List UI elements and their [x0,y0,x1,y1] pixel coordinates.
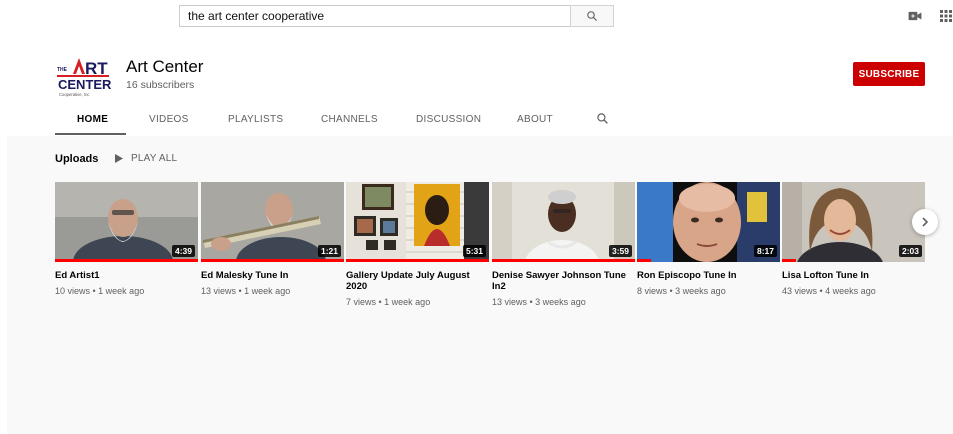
video-title[interactable]: Ed Artist1 [55,270,195,281]
duration-badge: 8:17 [753,245,777,257]
duration-badge: 5:31 [462,245,486,257]
video-card[interactable]: 2:03 Lisa Lofton Tune In 43 views • 4 we… [782,182,925,296]
video-meta: 7 views • 1 week ago [346,297,431,307]
shelf-next-button[interactable] [912,209,938,235]
play-all-label: PLAY ALL [131,153,178,164]
channel-search-button[interactable] [596,112,609,130]
uploads-shelf-title[interactable]: Uploads [55,153,98,165]
duration-badge: 1:21 [317,245,341,257]
video-camera-icon [908,11,922,21]
channel-title: Art Center [126,57,204,76]
video-card[interactable]: 3:59 Denise Sawyer Johnson Tune In2 13 v… [492,182,635,307]
video-title[interactable]: Ed Malesky Tune In [201,270,341,281]
video-card[interactable]: 8:17 Ron Episcopo Tune In 8 views • 3 we… [637,182,780,296]
play-all-button[interactable]: PLAY ALL [115,153,177,164]
video-card[interactable]: 5:31 Gallery Update July August 2020 7 v… [346,182,489,307]
tab-channels[interactable]: CHANNELS [321,114,378,125]
video-title[interactable]: Denise Sawyer Johnson Tune In2 [492,270,632,292]
watch-progress-bar [201,259,344,262]
channel-header: THE RT CENTER Cooperative, Inc Art Cente… [7,36,953,136]
apps-grid-icon [940,10,952,22]
video-card[interactable]: 4:39 Ed Artist1 10 views • 1 week ago [55,182,198,296]
video-card[interactable]: 1:21 Ed Malesky Tune In 13 views • 1 wee… [201,182,344,296]
video-meta: 13 views • 3 weeks ago [492,297,586,307]
svg-text:Cooperative, Inc: Cooperative, Inc [59,92,90,97]
channel-page: THE RT CENTER Cooperative, Inc Art Cente… [7,36,953,434]
duration-badge: 3:59 [608,245,632,257]
duration-badge: 2:03 [898,245,922,257]
video-title[interactable]: Ron Episcopo Tune In [637,270,777,281]
watch-progress-bar [782,259,797,262]
video-meta: 10 views • 1 week ago [55,286,145,296]
active-tab-indicator [55,133,126,135]
video-thumbnail[interactable]: 2:03 [782,182,925,262]
search-input[interactable] [179,5,570,27]
subscriber-count: 16 subscribers [126,79,195,91]
video-thumbnail[interactable]: 1:21 [201,182,344,262]
apps-button[interactable] [940,9,952,27]
video-title[interactable]: Lisa Lofton Tune In [782,270,922,281]
channel-avatar[interactable]: THE RT CENTER Cooperative, Inc [53,46,115,108]
video-thumbnail[interactable]: 3:59 [492,182,635,262]
tab-playlists[interactable]: PLAYLISTS [228,114,283,125]
watch-progress-bar [637,259,652,262]
search-icon [587,11,597,21]
svg-text:CENTER: CENTER [58,77,112,92]
video-thumbnail[interactable]: 5:31 [346,182,489,262]
svg-text:THE: THE [57,67,68,73]
create-video-button[interactable] [908,9,922,27]
duration-badge: 4:39 [171,245,195,257]
play-icon [115,154,123,163]
video-thumbnail[interactable]: 4:39 [55,182,198,262]
watch-progress-bar [346,259,489,262]
chevron-right-icon [922,217,929,227]
video-meta: 43 views • 4 weeks ago [782,286,876,296]
video-meta: 8 views • 3 weeks ago [637,286,726,296]
subscribe-button[interactable]: SUBSCRIBE [853,62,925,86]
top-bar [0,0,953,34]
video-thumbnail[interactable]: 8:17 [637,182,780,262]
tab-discussion[interactable]: DISCUSSION [416,114,481,125]
art-center-logo-icon: THE RT CENTER Cooperative, Inc [53,46,115,108]
video-title[interactable]: Gallery Update July August 2020 [346,270,486,292]
search-box [179,5,614,27]
tab-videos[interactable]: VIDEOS [149,114,189,125]
video-meta: 13 views • 1 week ago [201,286,291,296]
tab-home[interactable]: HOME [77,114,108,125]
watch-progress-bar [492,259,635,262]
search-icon [597,113,608,124]
search-button[interactable] [570,5,614,27]
watch-progress-bar [55,259,198,262]
tab-about[interactable]: ABOUT [517,114,553,125]
